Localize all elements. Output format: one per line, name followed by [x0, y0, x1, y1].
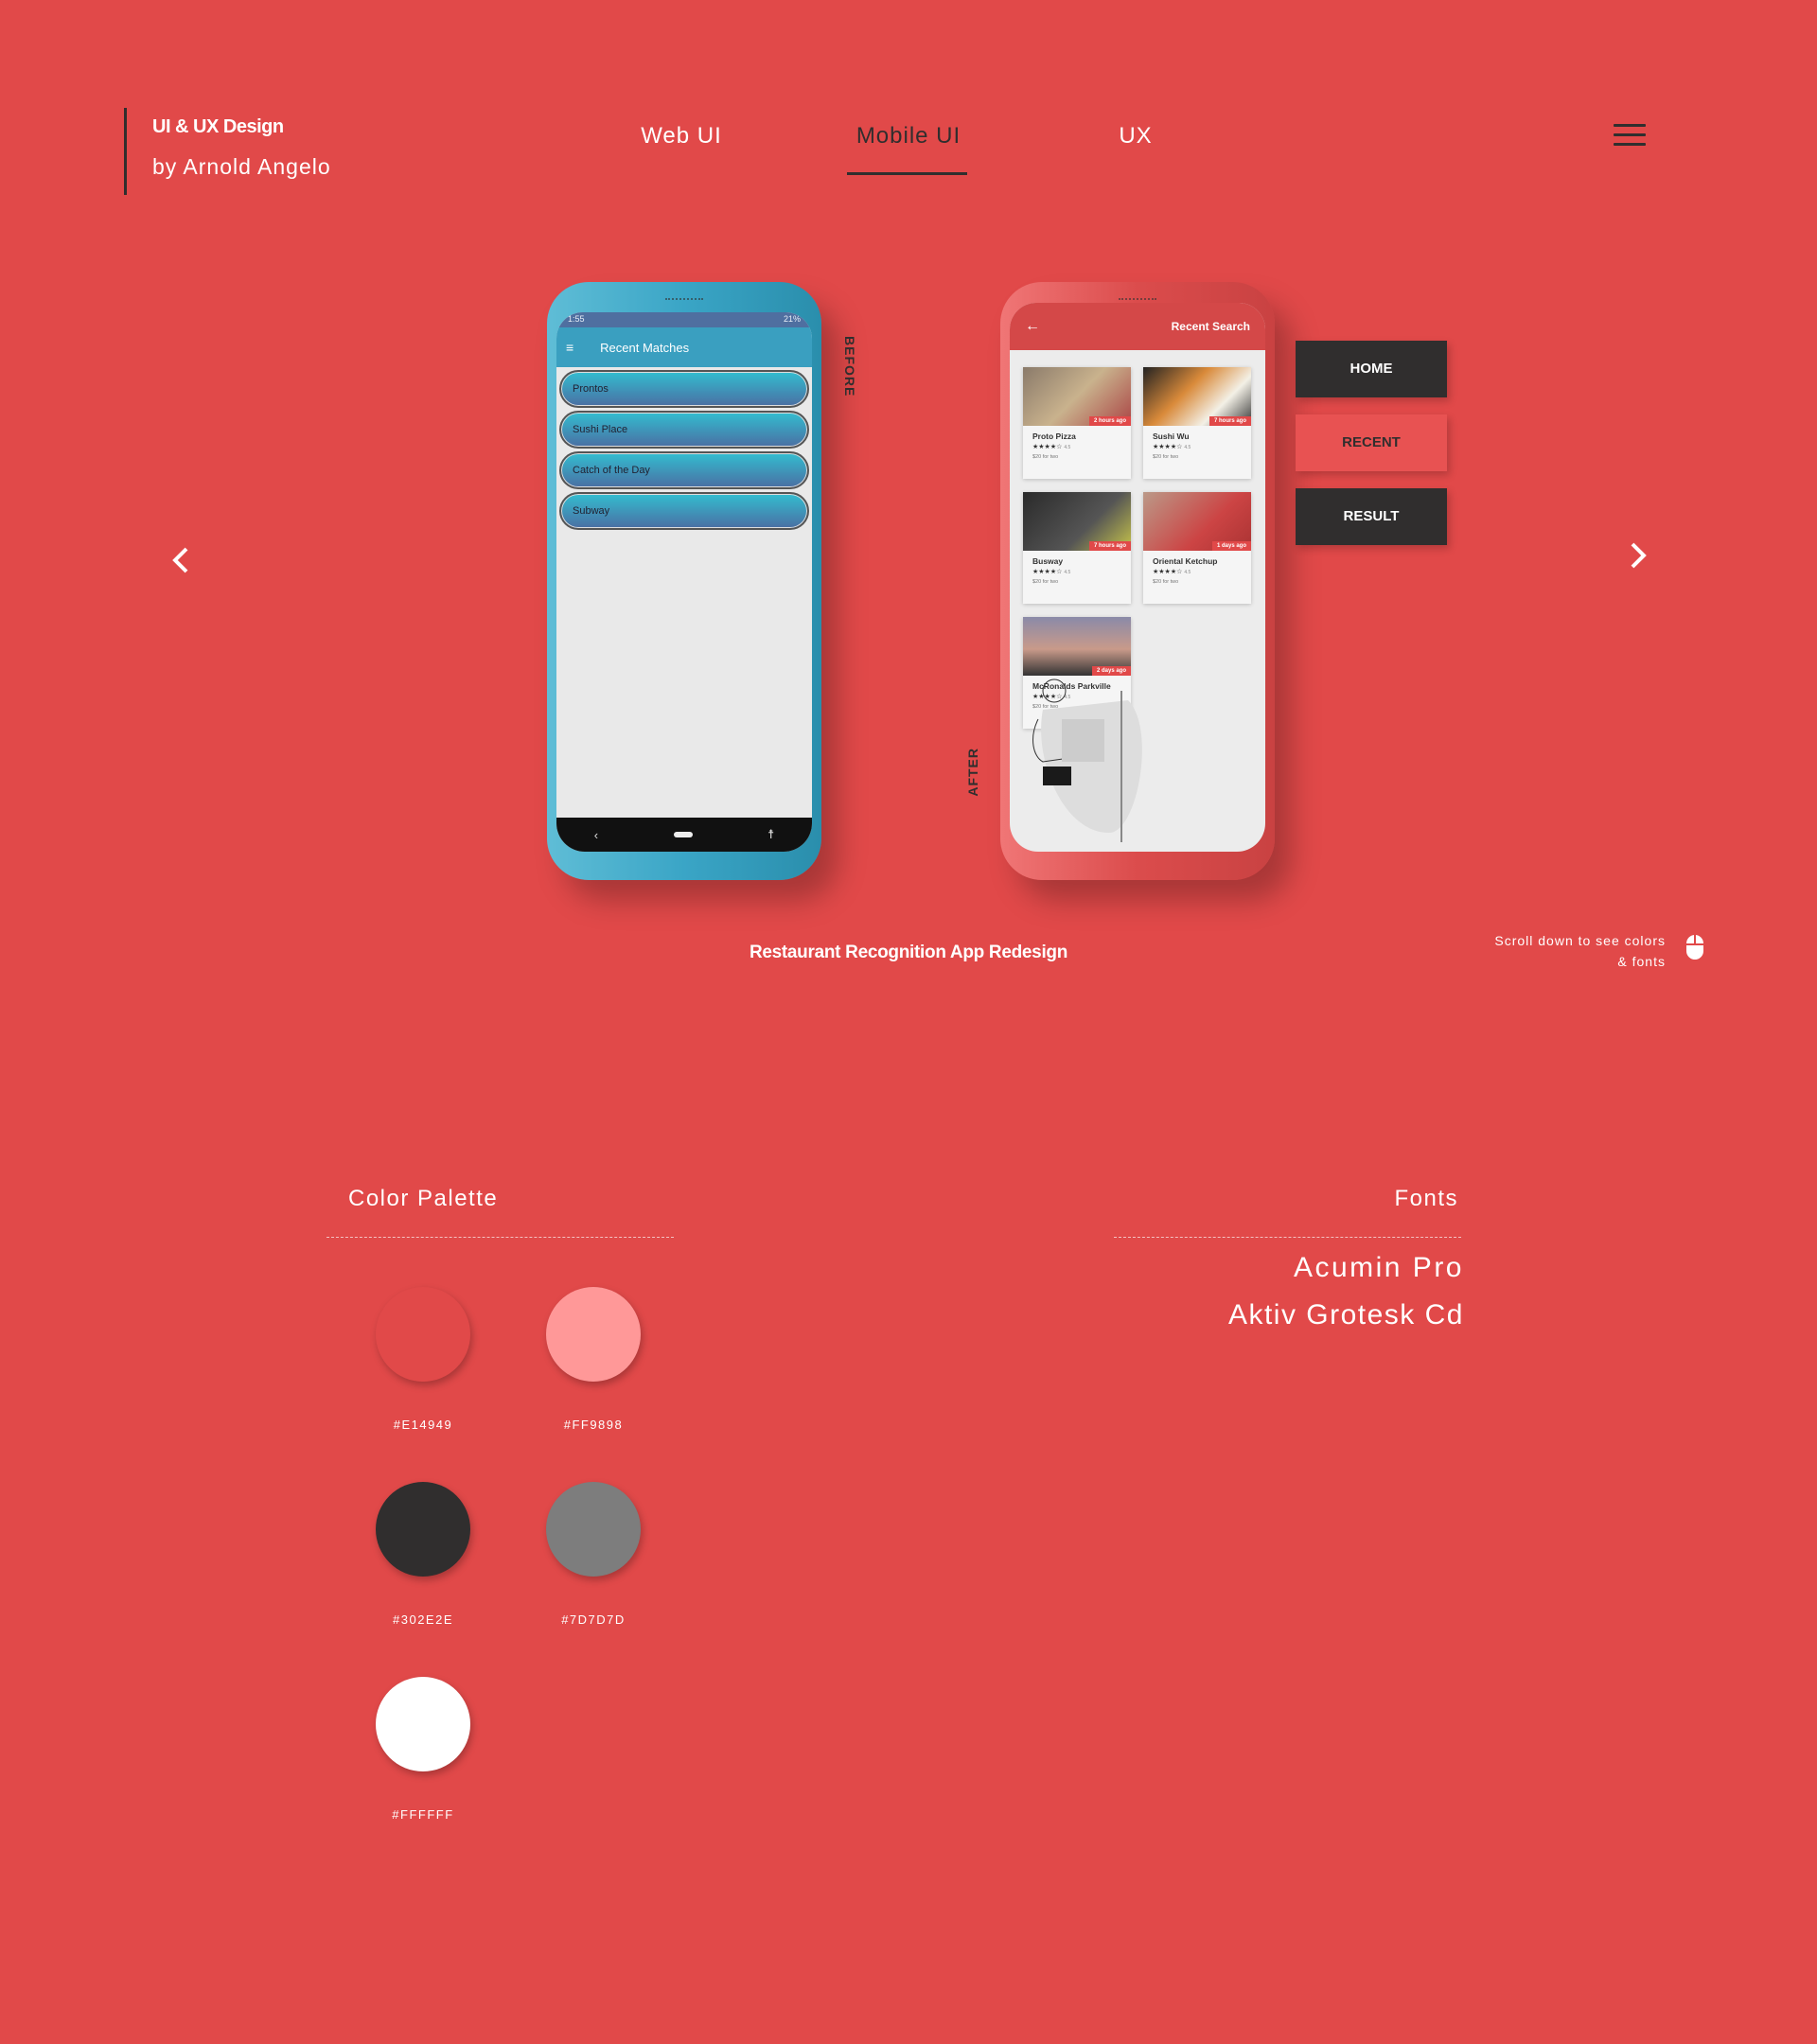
color-swatch [376, 1677, 470, 1771]
android-nav-bar: ‹ ☨ [556, 818, 812, 852]
nav-ux[interactable]: UX [1041, 123, 1230, 150]
rating: ★★★★☆ 4.5 [1032, 568, 1131, 575]
palette-title: Color Palette [348, 1186, 499, 1211]
restaurant-name: Proto Pizza [1032, 432, 1076, 441]
color-hex-label: #FFFFFF [392, 1807, 454, 1822]
active-nav-indicator [847, 172, 967, 175]
font-aktiv-grotesk: Aktiv Grotesk Cd [1227, 1299, 1464, 1330]
menu-icon[interactable]: ≡ [566, 340, 573, 355]
phone-speaker [665, 298, 703, 301]
restaurant-name: Busway [1032, 556, 1064, 566]
back-arrow-icon[interactable]: ← [1025, 318, 1040, 335]
chevron-right-icon[interactable] [1618, 537, 1656, 574]
match-item[interactable]: Catch of the Day [559, 451, 809, 489]
time-badge: 7 hours ago [1088, 541, 1131, 551]
app-title: Recent Matches [600, 340, 690, 355]
palette-divider [326, 1237, 674, 1238]
accessibility-icon[interactable]: ☨ [767, 827, 774, 842]
after-label: AFTER [965, 748, 980, 797]
brand-divider [124, 108, 127, 195]
restaurant-card[interactable]: 2 hours ago Proto Pizza ★★★★☆ 4.5 $20 fo… [1023, 367, 1131, 479]
rating: ★★★★☆ 4.5 [1153, 568, 1251, 575]
restaurant-photo: 1 days ago [1143, 492, 1251, 551]
star-rating-icon: ★★★★☆ [1153, 444, 1183, 450]
status-bar: 1:55 21% [556, 312, 812, 327]
brand-subtitle: by Arnold Angelo [152, 154, 331, 179]
color-hex-label: #E14949 [393, 1418, 453, 1432]
price: $20 for two [1032, 454, 1059, 460]
phone-speaker [1119, 298, 1156, 301]
rating-value: 4.5 [1184, 445, 1191, 450]
hamburger-icon[interactable] [1614, 124, 1646, 147]
color-hex-label: #7D7D7D [561, 1612, 626, 1627]
recent-button[interactable]: RECENT [1296, 414, 1447, 471]
star-rating-icon: ★★★★☆ [1032, 444, 1063, 450]
result-button[interactable]: RESULT [1296, 488, 1447, 545]
rating: ★★★★☆ 4.5 [1032, 443, 1131, 450]
match-item[interactable]: Prontos [559, 370, 809, 408]
scroll-hint-line1: Scroll down to see colors [1494, 933, 1666, 948]
status-time: 1:55 [568, 314, 585, 324]
after-phone-mockup: ← Recent Search 2 hours ago Proto Pizza … [1000, 282, 1275, 880]
mouse-icon [1686, 935, 1703, 960]
brand-title: UI & UX Design [152, 116, 284, 137]
before-phone-mockup: 1:55 21% ≡ Recent Matches Prontos Sushi … [547, 282, 821, 880]
price: $20 for two [1153, 454, 1179, 460]
scroll-hint-line2: & fonts [1617, 954, 1666, 969]
person-illustration [1032, 678, 1142, 842]
before-label: BEFORE [842, 336, 857, 397]
app-bar: ≡ Recent Matches [556, 327, 812, 367]
home-pill-icon[interactable] [673, 832, 693, 837]
project-caption: Restaurant Recognition App Redesign [749, 943, 1068, 962]
price: $20 for two [1032, 579, 1059, 585]
time-badge: 2 hours ago [1088, 416, 1131, 426]
star-rating-icon: ★★★★☆ [1032, 569, 1063, 575]
star-rating-icon: ★★★★☆ [1153, 569, 1183, 575]
after-screen: ← Recent Search 2 hours ago Proto Pizza … [1010, 303, 1265, 852]
fonts-divider [1114, 1237, 1461, 1238]
back-icon[interactable]: ‹ [594, 828, 598, 842]
scroll-hint: Scroll down to see colors & fonts [1401, 930, 1666, 972]
color-hex-label: #FF9898 [563, 1418, 624, 1432]
restaurant-photo: 2 days ago [1023, 617, 1131, 676]
status-battery: 21% [783, 314, 801, 324]
match-item[interactable]: Sushi Place [559, 411, 809, 449]
rating-value: 4.5 [1184, 570, 1191, 575]
restaurant-card[interactable]: 7 hours ago Busway ★★★★☆ 4.5 $20 for two [1023, 492, 1131, 604]
color-swatch [376, 1287, 470, 1382]
nav-web-ui[interactable]: Web UI [587, 123, 776, 150]
fonts-title: Fonts [1394, 1186, 1458, 1211]
app-title: Recent Search [1171, 320, 1250, 333]
price: $20 for two [1153, 579, 1179, 585]
restaurant-name: Sushi Wu [1153, 432, 1190, 441]
restaurant-card[interactable]: 7 hours ago Sushi Wu ★★★★☆ 4.5 $20 for t… [1143, 367, 1251, 479]
restaurant-photo: 7 hours ago [1143, 367, 1251, 426]
before-screen: 1:55 21% ≡ Recent Matches Prontos Sushi … [556, 312, 812, 852]
color-swatch [546, 1482, 641, 1577]
home-button[interactable]: HOME [1296, 341, 1447, 397]
restaurant-photo: 2 hours ago [1023, 367, 1131, 426]
rating-value: 4.5 [1064, 445, 1071, 450]
color-swatch [546, 1287, 641, 1382]
restaurant-card[interactable]: 1 days ago Oriental Ketchup ★★★★☆ 4.5 $2… [1143, 492, 1251, 604]
time-badge: 1 days ago [1211, 541, 1251, 551]
match-item[interactable]: Subway [559, 492, 809, 530]
color-swatch [376, 1482, 470, 1577]
app-bar: ← Recent Search [1010, 303, 1265, 350]
restaurant-name: Oriental Ketchup [1153, 556, 1218, 566]
time-badge: 7 hours ago [1208, 416, 1251, 426]
restaurant-photo: 7 hours ago [1023, 492, 1131, 551]
font-acumin-pro: Acumin Pro [1293, 1252, 1464, 1283]
rating: ★★★★☆ 4.5 [1153, 443, 1251, 450]
nav-mobile-ui[interactable]: Mobile UI [814, 123, 1003, 150]
rating-value: 4.5 [1064, 570, 1071, 575]
chevron-left-icon[interactable] [163, 541, 201, 579]
color-hex-label: #302E2E [393, 1612, 453, 1627]
